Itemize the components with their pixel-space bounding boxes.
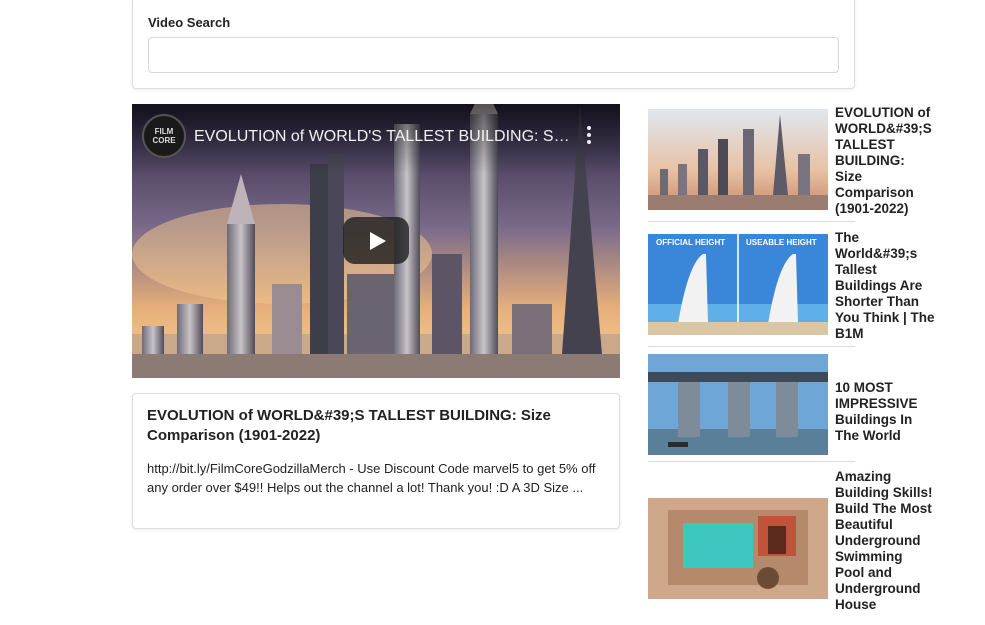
video-list-item[interactable]: Amazing Building Skills! Build The Most …: [648, 469, 933, 625]
play-button[interactable]: [343, 217, 409, 264]
video-details-title: EVOLUTION of WORLD&#39;S TALLEST BUILDIN…: [147, 407, 551, 444]
channel-logo[interactable]: FILM CORE: [142, 114, 186, 158]
video-details-description: http://bit.ly/FilmCoreGodzillaMerch - Us…: [147, 461, 596, 495]
list-divider: [648, 346, 855, 347]
video-list-thumbnail[interactable]: [648, 354, 828, 455]
video-player[interactable]: FILM CORE EVOLUTION of WORLD'S TALLEST B…: [132, 104, 620, 378]
video-list-item[interactable]: EVOLUTION of WORLD&#39;S TALLEST BUILDIN…: [648, 105, 935, 217]
more-options-icon[interactable]: [584, 126, 594, 148]
thumbnail-label-official: OFFICIAL HEIGHT: [656, 238, 726, 247]
video-search-input[interactable]: [148, 37, 839, 73]
player-video-title[interactable]: EVOLUTION of WORLD'S TALLEST BUILDING: S…: [194, 128, 572, 146]
video-search-card: Video Search: [132, 0, 855, 89]
video-list-thumbnail[interactable]: [648, 109, 828, 210]
video-list-thumbnail[interactable]: OFFICIAL HEIGHT USEABLE HEIGHT: [648, 234, 828, 335]
video-list-thumbnail[interactable]: [648, 498, 828, 599]
list-divider: [648, 461, 855, 462]
search-label: Video Search: [148, 15, 231, 30]
thumbnail-label-useable: USEABLE HEIGHT: [746, 238, 817, 247]
video-list-item[interactable]: 10 MOST IMPRESSIVE Buildings In The Worl…: [648, 354, 933, 455]
video-list-title[interactable]: Amazing Building Skills! Build The Most …: [835, 469, 935, 613]
list-divider: [648, 221, 855, 222]
video-list-item[interactable]: OFFICIAL HEIGHT USEABLE HEIGHT The World…: [648, 230, 935, 342]
video-list-title[interactable]: EVOLUTION of WORLD&#39;S TALLEST BUILDIN…: [835, 105, 935, 217]
video-details-card: EVOLUTION of WORLD&#39;S TALLEST BUILDIN…: [132, 393, 620, 529]
video-list-title[interactable]: The World&#39;s Tallest Buildings Are Sh…: [835, 230, 935, 342]
video-list-title[interactable]: 10 MOST IMPRESSIVE Buildings In The Worl…: [835, 380, 935, 444]
